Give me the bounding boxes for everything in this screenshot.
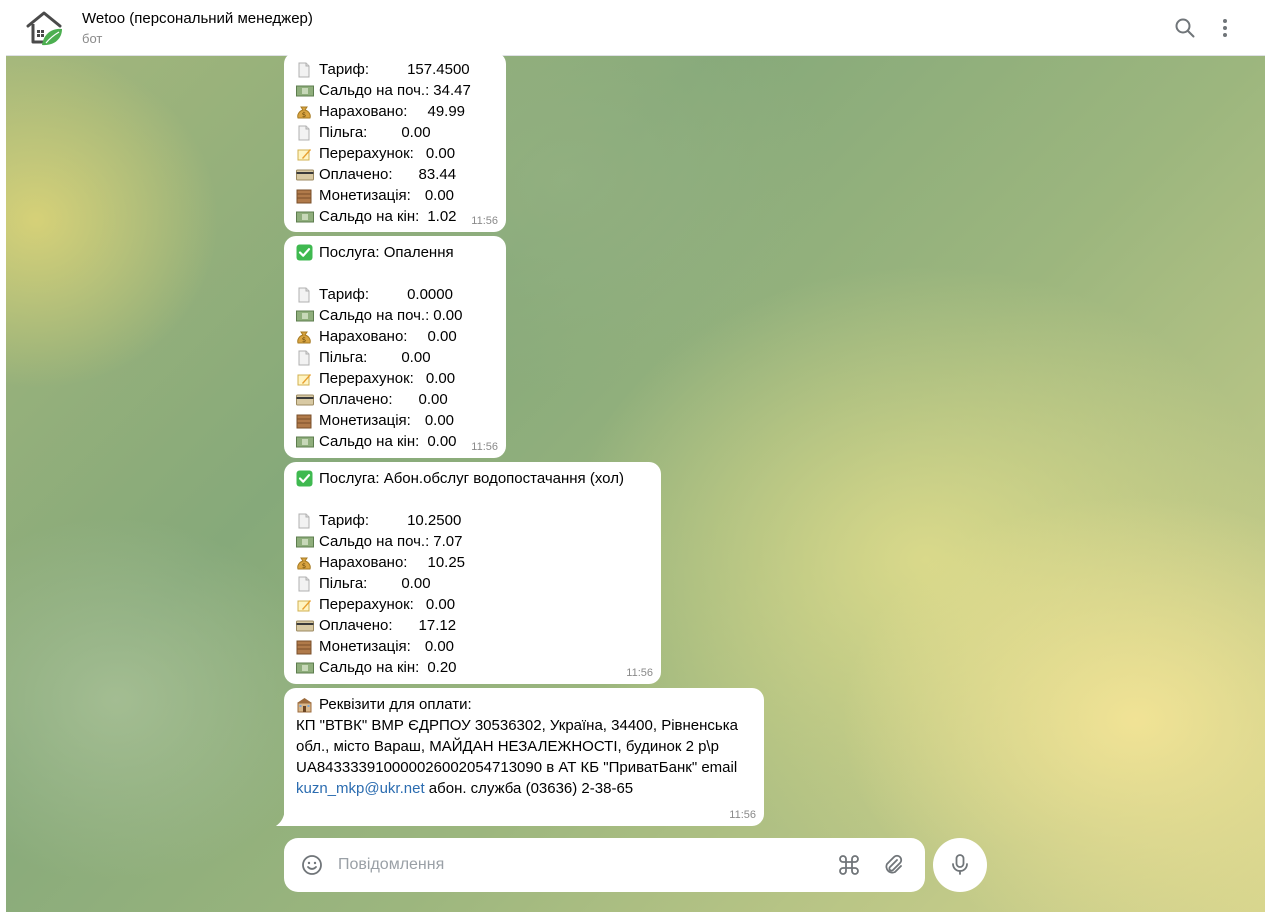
chat-header: Wetoo (персональний менеджер) бот [6, 0, 1265, 56]
app-window: Wetoo (персональний менеджер) бот Тариф:… [6, 0, 1265, 912]
money-banknote-icon [296, 660, 316, 676]
bot-commands-button[interactable] [835, 851, 863, 879]
money-banknote-icon [296, 308, 316, 324]
line-accrued: $ Нараховано: 0.00 [296, 326, 496, 347]
message-input[interactable] [338, 856, 808, 874]
message-time: 11:56 [471, 441, 498, 453]
money-bag-icon: $ [296, 555, 316, 571]
message-bubble[interactable]: Послуга: Опалення Тариф: 0.0000 Сальдо на… [284, 236, 506, 458]
money-banknote-icon [296, 434, 316, 450]
attach-button[interactable] [879, 851, 907, 879]
line-paid: Оплачено: 0.00 [296, 389, 496, 410]
line-benefit: Пільга: 0.00 [296, 347, 496, 368]
money-banknote-icon [296, 534, 316, 550]
chat-title[interactable]: Wetoo (персональний менеджер) [82, 9, 313, 29]
paperclip-icon [885, 854, 903, 874]
page-facing-up-icon [296, 576, 316, 592]
message-bubble[interactable]: Послуга: Абон.обслуг водопостачання (хол… [284, 462, 661, 684]
microphone-icon [952, 854, 968, 875]
svg-text:$: $ [302, 111, 306, 119]
line-start-balance: Сальдо на поч.: 0.00 [296, 305, 496, 326]
credit-card-icon [296, 618, 316, 634]
memo-icon [296, 146, 316, 162]
line-tariff: Тариф: 157.4500 [296, 59, 496, 80]
page-facing-up-icon [296, 125, 316, 141]
chat-subtitle: бот [82, 30, 103, 46]
line-end-balance: Сальдо на кін: 0.20 [296, 657, 651, 678]
credit-card-icon [296, 392, 316, 408]
service-name: Опалення [383, 244, 454, 261]
line-recalc: Перерахунок: 0.00 [296, 368, 496, 389]
service-line: Послуга: Опалення [296, 242, 496, 263]
email-link[interactable]: kuzn_mkp@ukr.net [296, 780, 425, 797]
message-time: 11:56 [626, 667, 653, 679]
house-leaf-icon [26, 11, 62, 45]
service-name: Абон.обслуг водопостачання (хол) [383, 470, 624, 487]
bank-icon [296, 697, 316, 713]
svg-text:$: $ [302, 336, 306, 344]
line-end-balance: Сальдо на кін: 1.02 [296, 206, 496, 227]
money-banknote-icon [296, 209, 316, 225]
more-options-button[interactable] [1205, 8, 1245, 48]
bubble-tail [276, 809, 285, 826]
line-recalc: Перерахунок: 0.00 [296, 594, 651, 615]
line-paid: Оплачено: 17.12 [296, 615, 651, 636]
emoji-button[interactable] [300, 853, 324, 877]
line-monetization: Монетизація: 0.00 [296, 636, 651, 657]
voice-message-button[interactable] [933, 838, 987, 892]
line-start-balance: Сальдо на поч.: 34.47 [296, 80, 496, 101]
money-bag-icon: $ [296, 329, 316, 345]
search-icon [1175, 18, 1195, 37]
message-composer [284, 838, 925, 892]
message-bubble[interactable]: Тариф: 157.4500 Сальдо на поч.: 34.47 $ Нар… [284, 52, 506, 232]
line-recalc: Перерахунок: 0.00 [296, 143, 496, 164]
line-benefit: Пільга: 0.00 [296, 573, 651, 594]
money-banknote-icon [296, 83, 316, 99]
message-time: 11:56 [729, 809, 756, 821]
bot-avatar[interactable] [24, 8, 64, 48]
credit-card-icon [296, 167, 316, 183]
line-end-balance: Сальдо на кін: 0.00 [296, 431, 496, 452]
memo-icon [296, 597, 316, 613]
page-facing-up-icon [296, 350, 316, 366]
line-benefit: Пільга: 0.00 [296, 122, 496, 143]
payment-heading: Реквізити для оплати: [296, 694, 754, 715]
page-facing-up-icon [296, 287, 316, 303]
payment-details: КП "ВТВК" ВМР ЄДРПОУ 30536302, Україна, … [296, 717, 738, 797]
page-facing-up-icon [296, 513, 316, 529]
line-tariff: Тариф: 10.2500 [296, 510, 651, 531]
smiley-icon [302, 855, 322, 875]
command-icon [839, 855, 859, 875]
line-monetization: Монетизація: 0.00 [296, 410, 496, 431]
line-monetization: Монетизація: 0.00 [296, 185, 496, 206]
line-tariff: Тариф: 0.0000 [296, 284, 496, 305]
more-vertical-icon [1223, 18, 1227, 37]
memo-icon [296, 371, 316, 387]
wooden-box-icon [296, 188, 316, 204]
line-paid: Оплачено: 83.44 [296, 164, 496, 185]
money-bag-icon: $ [296, 104, 316, 120]
line-accrued: $ Нараховано: 49.99 [296, 101, 496, 122]
check-mark-button-icon [296, 470, 316, 487]
check-mark-button-icon [296, 244, 316, 261]
service-line: Послуга: Абон.обслуг водопостачання (хол… [296, 468, 651, 489]
line-start-balance: Сальдо на поч.: 7.07 [296, 531, 651, 552]
search-button[interactable] [1165, 8, 1205, 48]
message-bubble[interactable]: Реквізити для оплати: КП "ВТВК" ВМР ЄДРП… [276, 688, 764, 826]
line-accrued: $ Нараховано: 10.25 [296, 552, 651, 573]
wooden-box-icon [296, 639, 316, 655]
message-time: 11:56 [471, 215, 498, 227]
page-facing-up-icon [296, 62, 316, 78]
wooden-box-icon [296, 413, 316, 429]
svg-text:$: $ [302, 562, 306, 570]
